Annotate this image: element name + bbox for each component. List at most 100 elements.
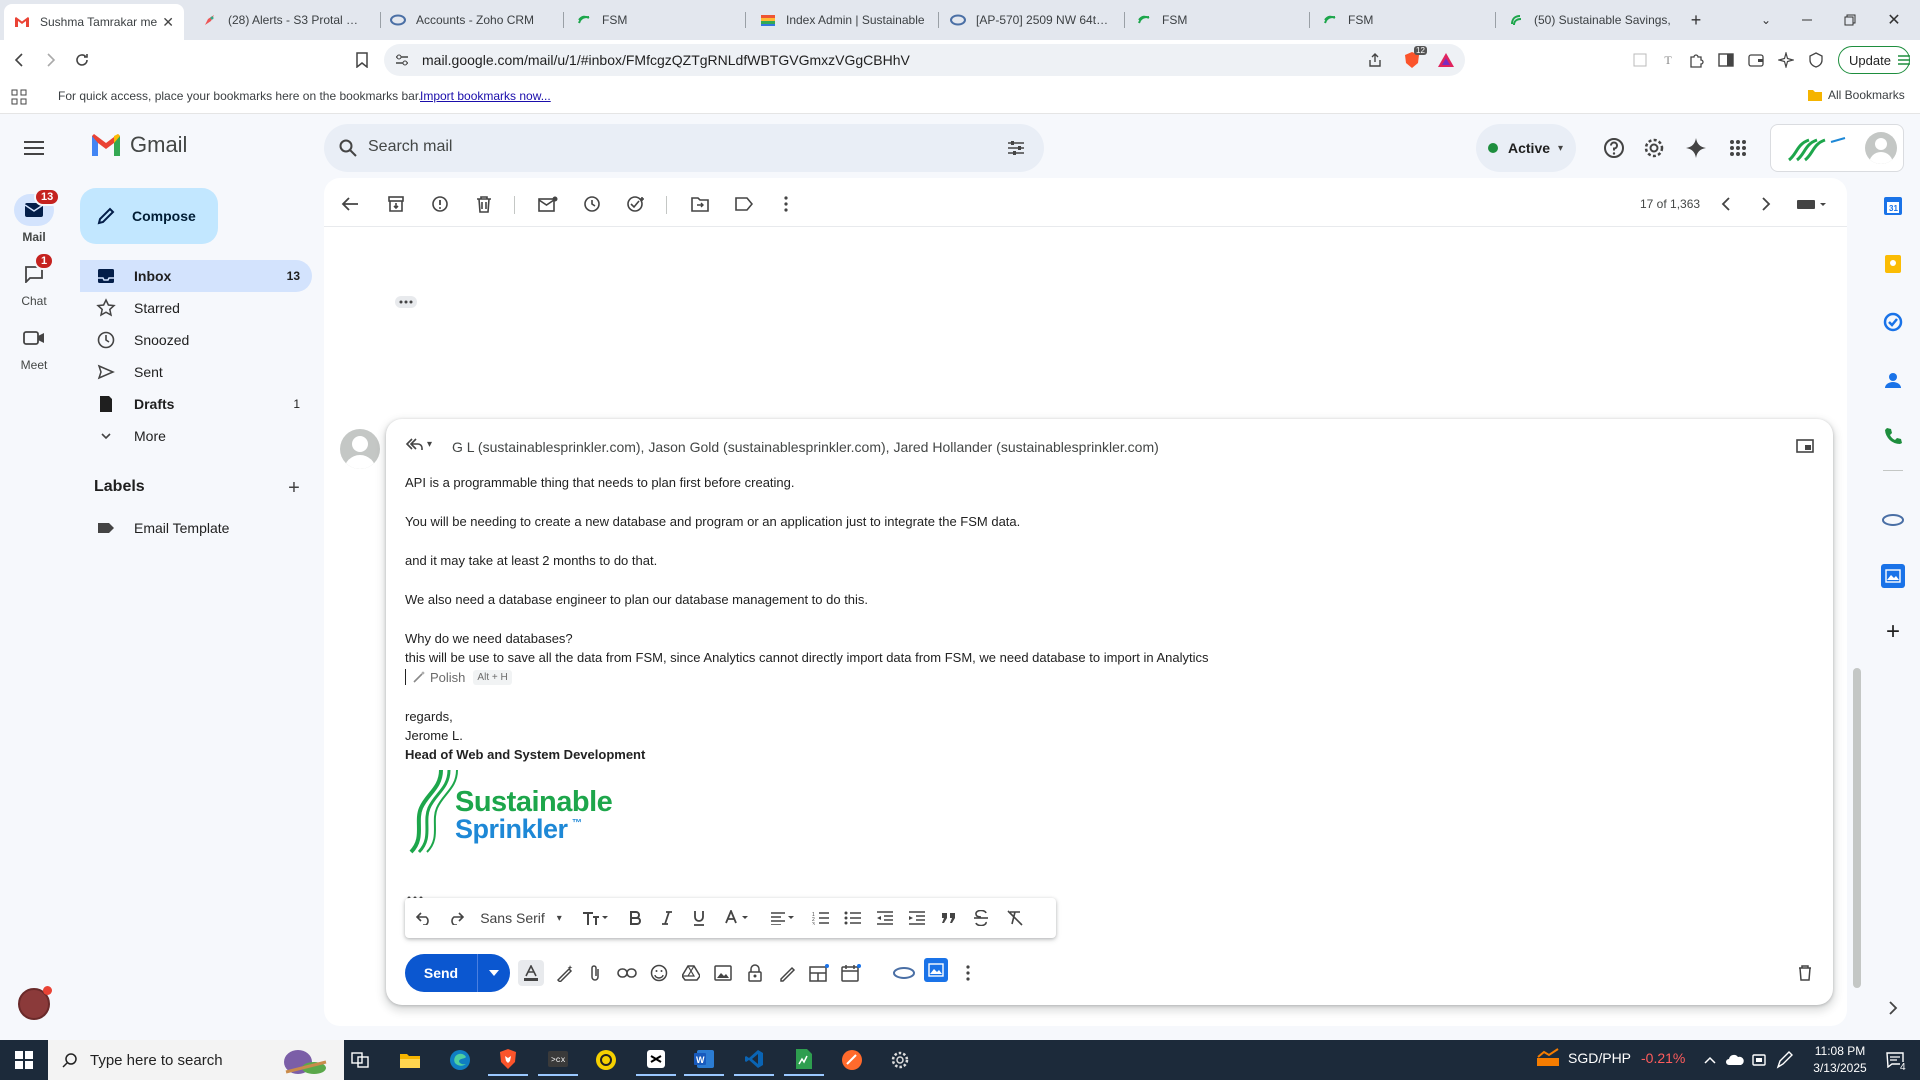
insert-signature-icon[interactable]	[774, 960, 800, 986]
import-bookmarks-link[interactable]: Import bookmarks now...	[420, 89, 551, 103]
signature-title[interactable]: Head of Web and System Development	[405, 747, 645, 762]
sticky-app-icon[interactable]	[586, 1044, 626, 1076]
undo-icon[interactable]	[411, 906, 437, 930]
vscode-icon[interactable]	[734, 1044, 774, 1076]
bookmark-icon[interactable]	[350, 48, 374, 72]
onedrive-cloud-icon[interactable]	[1724, 1050, 1746, 1070]
archive-icon[interactable]	[378, 186, 414, 222]
tab-savings[interactable]: (50) Sustainable Savings,	[1498, 4, 1688, 36]
sidebar-item-more[interactable]: More	[80, 420, 312, 452]
keep-icon[interactable]	[1881, 252, 1905, 276]
url-text[interactable]: mail.google.com/mail/u/1/#inbox/FMfcgzQZ…	[422, 52, 910, 68]
edge-browser-icon[interactable]	[440, 1044, 480, 1076]
capcut-icon[interactable]	[636, 1044, 676, 1076]
tasks-icon[interactable]	[1881, 310, 1905, 334]
underline-icon[interactable]	[687, 906, 711, 930]
remove-formatting-icon[interactable]	[1003, 906, 1027, 930]
sublime-orange-icon[interactable]	[832, 1044, 872, 1076]
translate-extension-icon[interactable]: T	[1658, 50, 1678, 70]
align-icon[interactable]	[765, 906, 801, 930]
clock-time[interactable]: 11:08 PM	[1800, 1044, 1880, 1058]
back-icon[interactable]	[8, 48, 32, 72]
body-line-6[interactable]: this will be use to save all the data fr…	[405, 650, 1208, 665]
brave-browser-icon[interactable]	[488, 1044, 528, 1076]
insert-photo-icon[interactable]	[710, 960, 736, 986]
wallet-icon[interactable]	[1746, 50, 1766, 70]
font-size-icon[interactable]	[577, 906, 613, 930]
input-tools-keyboard-icon[interactable]	[1790, 186, 1834, 222]
indent-less-icon[interactable]	[873, 906, 897, 930]
close-window-icon[interactable]: ✕	[1882, 8, 1906, 32]
text-color-icon[interactable]	[719, 906, 755, 930]
calendar-schedule-icon[interactable]	[838, 960, 864, 986]
sidebar-item-label-email-template[interactable]: Email Template	[80, 512, 312, 544]
add-label-plus-icon[interactable]: +	[282, 476, 306, 500]
strikethrough-icon[interactable]	[969, 906, 993, 930]
label-icon[interactable]	[726, 186, 762, 222]
gmail-logo[interactable]: Gmail	[90, 132, 187, 158]
settings-gear-icon[interactable]	[1636, 130, 1672, 166]
add-to-tasks-icon[interactable]	[618, 186, 654, 222]
recipients-field[interactable]: G L (sustainablesprinkler.com), Jason Go…	[452, 439, 1159, 455]
image-sidebar-icon[interactable]	[1881, 564, 1905, 588]
windows-start-icon[interactable]	[4, 1044, 44, 1076]
emoji-icon[interactable]	[646, 960, 672, 986]
user-avatar[interactable]	[18, 986, 52, 1020]
signature-name[interactable]: Jerome L.	[405, 728, 463, 743]
rail-chat[interactable]: 1 Chat	[0, 252, 68, 308]
body-line-4[interactable]: We also need a database engineer to plan…	[405, 592, 868, 607]
battery-device-icon[interactable]	[1748, 1050, 1770, 1070]
body-line-3[interactable]: and it may take at least 2 months to do …	[405, 553, 657, 568]
google-drive-icon[interactable]	[678, 960, 704, 986]
address-bar[interactable]: mail.google.com/mail/u/1/#inbox/FMfcgzQZ…	[384, 44, 1465, 76]
status-selector[interactable]: Active ▾	[1476, 124, 1576, 172]
get-addons-plus-icon[interactable]: +	[1881, 618, 1905, 645]
delete-trash-icon[interactable]	[466, 186, 502, 222]
apps-grid-icon[interactable]	[10, 88, 28, 106]
tab-zoho-crm[interactable]: Accounts - Zoho CRM	[380, 4, 560, 36]
bulleted-list-icon[interactable]	[841, 906, 865, 930]
pen-workspace-icon[interactable]	[1774, 1050, 1796, 1070]
formatting-options-icon[interactable]	[518, 960, 544, 986]
more-actions-icon[interactable]	[768, 186, 804, 222]
new-tab-plus-icon[interactable]: +	[1684, 8, 1708, 32]
insert-link-icon[interactable]	[614, 960, 640, 986]
tab-fsm-3[interactable]: FSM	[1312, 4, 1492, 36]
numbered-list-icon[interactable]: 123	[809, 906, 833, 930]
account-switcher[interactable]	[1770, 124, 1904, 172]
file-explorer-icon[interactable]	[390, 1044, 430, 1076]
tab-fsm-1[interactable]: FSM	[566, 4, 746, 36]
gemini-sparkle-icon[interactable]	[1678, 130, 1714, 166]
expand-panel-chevron-icon[interactable]	[1881, 996, 1905, 1020]
search-options-icon[interactable]	[1004, 136, 1028, 160]
sidebar-item-starred[interactable]: Starred	[80, 292, 312, 324]
compose-button[interactable]: Compose	[80, 188, 218, 244]
older-chevron-right-icon[interactable]	[1748, 186, 1784, 222]
rail-mail[interactable]: 13 Mail	[0, 188, 68, 244]
sidebar-icon[interactable]	[1716, 50, 1736, 70]
search-input[interactable]: Search mail	[368, 138, 452, 156]
redo-icon[interactable]	[443, 906, 469, 930]
help-icon[interactable]	[1596, 130, 1632, 166]
italic-icon[interactable]	[655, 906, 679, 930]
contacts-icon[interactable]	[1881, 368, 1905, 392]
tab-gmail[interactable]: Sushma Tamrakar me ✕	[4, 4, 184, 40]
show-trimmed-content-icon[interactable]	[395, 296, 417, 308]
snooze-clock-icon[interactable]	[574, 186, 610, 222]
app-terminal-icon[interactable]: >cx	[538, 1044, 578, 1076]
move-to-folder-icon[interactable]	[682, 186, 718, 222]
puzzle-icon[interactable]	[1686, 50, 1706, 70]
restore-icon[interactable]	[1838, 8, 1862, 32]
tab-ap-570[interactable]: [AP-570] 2509 NW 64th B	[940, 4, 1122, 36]
layouts-icon[interactable]	[806, 960, 832, 986]
schedule-send-chevron-icon[interactable]	[478, 954, 510, 992]
share-icon[interactable]	[1366, 51, 1384, 69]
clock-date[interactable]: 3/13/2025	[1800, 1061, 1880, 1075]
zoho-addon-icon[interactable]	[890, 960, 918, 986]
sidebar-item-snoozed[interactable]: Snoozed	[80, 324, 312, 356]
tab-alerts[interactable]: (28) Alerts - S3 Protal - Ta	[192, 4, 372, 36]
reload-icon[interactable]	[70, 48, 94, 72]
vpn-icon[interactable]	[1806, 50, 1826, 70]
font-family-select[interactable]: Sans Serif ▾	[475, 906, 567, 930]
newer-chevron-left-icon[interactable]	[1708, 186, 1744, 222]
